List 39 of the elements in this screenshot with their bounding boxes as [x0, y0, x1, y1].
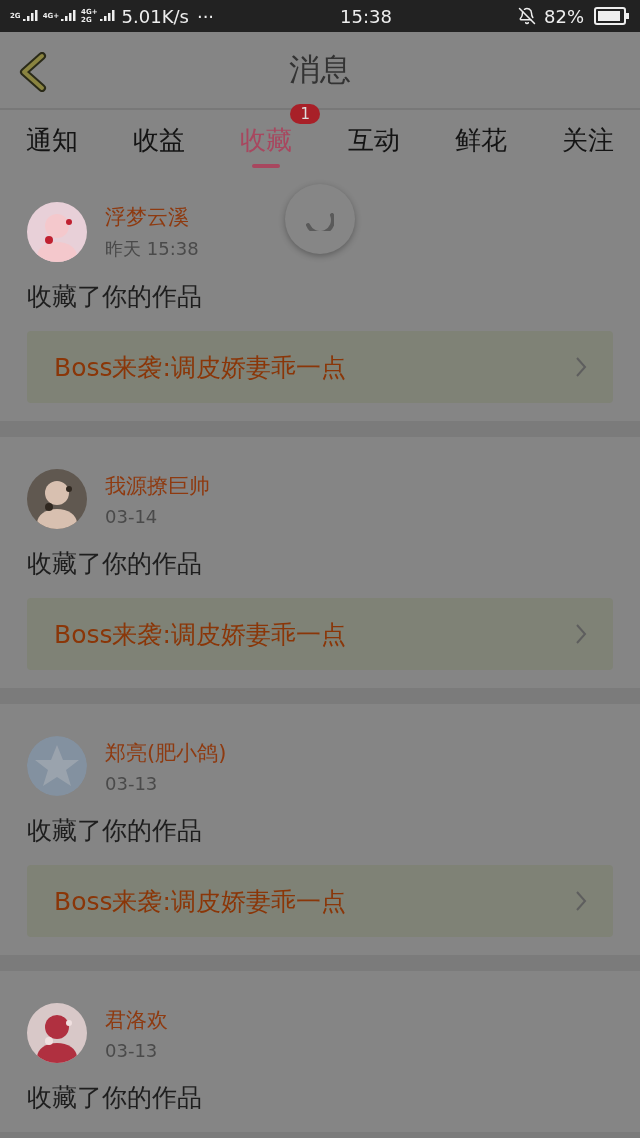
tab[interactable]: 收藏	[240, 110, 293, 170]
count-badge: 1	[290, 104, 320, 124]
message-text: 收藏了你的作品	[27, 815, 203, 847]
star-avatar-icon	[27, 736, 87, 796]
message-time: 昨天 15:38	[105, 237, 199, 261]
back-icon[interactable]	[18, 52, 48, 92]
clock: 15:38	[340, 5, 392, 27]
message-time: 03-13	[105, 772, 159, 794]
spinner-icon	[306, 213, 334, 231]
page-title: 消息	[288, 50, 352, 89]
user-name[interactable]: 君洛欢	[105, 1005, 168, 1034]
battery-percent: 82%	[544, 5, 584, 27]
chevron-right-icon	[575, 356, 587, 378]
more-indicator: ···	[196, 5, 215, 27]
user-name[interactable]: 郑亮(肥小鸽)	[105, 738, 227, 767]
chevron-right-icon	[575, 890, 587, 912]
tab[interactable]: 鲜花	[454, 110, 507, 170]
tab[interactable]: 关注	[561, 110, 614, 170]
signal-icon	[61, 9, 78, 23]
message-text: 收藏了你的作品	[27, 1082, 203, 1114]
message-text: 收藏了你的作品	[27, 281, 203, 313]
battery-icon	[594, 7, 630, 25]
tab[interactable]: 通知	[26, 110, 78, 170]
tab[interactable]: 互动	[347, 110, 400, 170]
message-text: 收藏了你的作品	[27, 548, 203, 580]
tab[interactable]: 收益	[133, 110, 186, 170]
tab-underline	[252, 164, 281, 168]
user-name[interactable]: 浮梦云溪	[105, 203, 199, 231]
work-link[interactable]: Boss来袭:调皮娇妻乖一点	[27, 865, 613, 937]
signal-icon	[99, 9, 116, 23]
bell-off-icon	[518, 7, 536, 25]
message-time: 03-13	[105, 1039, 159, 1061]
signal-icon	[22, 9, 39, 23]
message-time: 03-14	[105, 505, 159, 527]
network-speed: 5.01K/s	[121, 5, 189, 27]
chevron-right-icon	[575, 623, 587, 645]
work-link[interactable]: Boss来袭:调皮娇妻乖一点	[27, 598, 613, 670]
user-name[interactable]: 我源撩巨帅	[105, 471, 210, 500]
work-link[interactable]: Boss来袭:调皮娇妻乖一点	[27, 331, 613, 403]
